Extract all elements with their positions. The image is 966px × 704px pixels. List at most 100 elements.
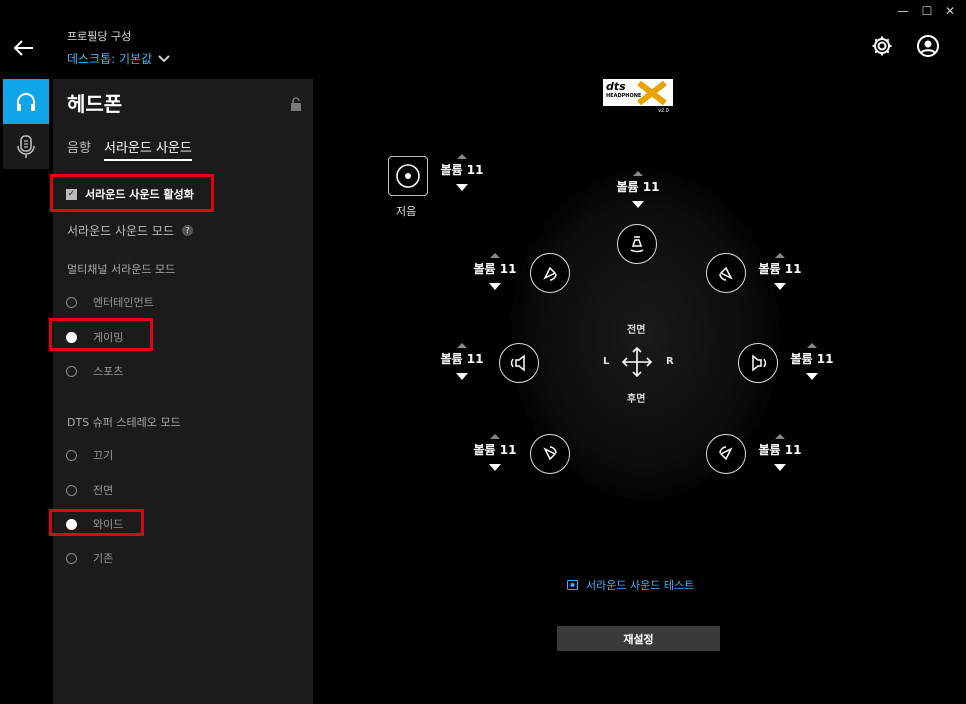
volume-down-arrow[interactable] — [632, 201, 644, 208]
rear-label: 후면 — [627, 394, 646, 405]
volume-label: 볼륨 11 — [616, 180, 660, 194]
radio-wide[interactable]: 와이드 — [66, 516, 123, 532]
radio-label: 끄기 — [93, 449, 114, 462]
volume-up-arrow[interactable] — [775, 434, 785, 439]
side-left-speaker-icon — [510, 354, 525, 372]
front-label: 전면 — [627, 325, 646, 336]
radio-label: 전면 — [93, 484, 114, 497]
radio-off-icon — [66, 365, 77, 377]
side-right-speaker-icon — [752, 354, 767, 372]
volume-control-rear-left[interactable]: 볼륨 11 — [465, 434, 525, 471]
radio-label: 기존 — [93, 552, 114, 565]
surround-test-label: 서라운드 사운드 테스트 — [586, 579, 695, 592]
speaker-side-left[interactable] — [499, 343, 539, 383]
volume-up-arrow[interactable] — [490, 253, 500, 258]
radio-on-icon — [66, 331, 77, 343]
radio-sports[interactable]: 스포츠 — [66, 363, 123, 379]
volume-down-arrow[interactable] — [456, 373, 468, 380]
surround-mode-heading: 서라운드 사운드 모드 ? — [67, 222, 193, 239]
settings-panel — [53, 79, 313, 704]
radio-label: 게이밍 — [93, 331, 124, 344]
radio-entertainment[interactable]: 엔터테인먼트 — [66, 294, 154, 310]
volume-control-side-right[interactable]: 볼륨 11 — [782, 343, 842, 380]
front-left-speaker-icon — [543, 266, 557, 281]
volume-control-left-top[interactable]: 볼륨 11 — [432, 154, 492, 191]
maximize-button[interactable]: ☐ — [920, 4, 934, 18]
reset-button[interactable]: 재설정 — [557, 626, 720, 651]
volume-control-front-right[interactable]: 볼륨 11 — [750, 253, 810, 290]
radio-gaming[interactable]: 게이밍 — [66, 329, 123, 345]
speaker-side-right[interactable] — [738, 343, 778, 383]
speaker-rear-right[interactable] — [706, 434, 746, 474]
dts-logo-version: v2.0 — [658, 108, 669, 114]
center-speaker-icon — [630, 236, 644, 253]
gear-icon[interactable] — [870, 34, 894, 58]
volume-up-arrow[interactable] — [457, 343, 467, 348]
volume-label: 볼륨 11 — [440, 163, 484, 177]
radio-front[interactable]: 전면 — [66, 482, 113, 498]
volume-control-rear-right[interactable]: 볼륨 11 — [750, 434, 810, 471]
volume-down-arrow[interactable] — [774, 464, 786, 471]
tab-surround[interactable]: 서라운드 사운드 — [104, 137, 192, 161]
radio-off-icon — [66, 484, 77, 496]
page-title: 프로필당 구성 — [67, 30, 132, 43]
dts-headphone-x-logo: dts HEADPHONE v2.0 — [603, 79, 673, 115]
bass-toggle-button[interactable] — [388, 156, 428, 196]
chevron-down-icon — [158, 54, 170, 62]
volume-control-center[interactable]: 볼륨 11 — [608, 171, 668, 208]
bass-label: 저음 — [396, 205, 417, 218]
surround-test-link[interactable]: 서라운드 사운드 테스트 — [567, 577, 694, 593]
microphone-tab[interactable] — [3, 124, 49, 169]
help-icon[interactable]: ? — [182, 225, 193, 236]
volume-up-arrow[interactable] — [633, 171, 643, 176]
unlock-icon[interactable] — [290, 96, 302, 115]
back-arrow-icon[interactable] — [12, 36, 36, 64]
right-label: R — [666, 356, 674, 367]
volume-up-arrow[interactable] — [490, 434, 500, 439]
speaker-center[interactable] — [617, 224, 657, 264]
headphone-icon — [17, 92, 35, 111]
test-icon — [567, 580, 578, 590]
radio-off-icon — [66, 552, 77, 564]
volume-down-arrow[interactable] — [774, 283, 786, 290]
minimize-button[interactable]: — — [896, 4, 910, 18]
radio-traditional[interactable]: 기존 — [66, 550, 113, 566]
radio-label: 스포츠 — [93, 365, 124, 378]
volume-up-arrow[interactable] — [807, 343, 817, 348]
volume-control-front-left[interactable]: 볼륨 11 — [465, 253, 525, 290]
account-icon[interactable] — [916, 34, 940, 58]
speaker-front-right[interactable] — [706, 253, 746, 293]
volume-up-arrow[interactable] — [457, 154, 467, 159]
volume-label: 볼륨 11 — [473, 443, 517, 457]
radio-off-icon — [66, 296, 77, 308]
surround-enable-label: 서라운드 사운드 활성화 — [85, 188, 194, 201]
left-label: L — [603, 356, 610, 367]
volume-down-arrow[interactable] — [489, 464, 501, 471]
volume-control-side-left[interactable]: 볼륨 11 — [432, 343, 492, 380]
radio-label: 엔터테인먼트 — [93, 296, 154, 309]
tab-sound[interactable]: 음향 — [67, 137, 91, 156]
radio-off-icon — [66, 449, 77, 461]
speaker-cone-icon — [396, 164, 420, 188]
volume-up-arrow[interactable] — [775, 253, 785, 258]
volume-down-arrow[interactable] — [806, 373, 818, 380]
profile-dropdown[interactable]: 데스크톱: 기본값 — [67, 50, 170, 67]
volume-label: 볼륨 11 — [758, 262, 802, 276]
move-arrows-icon[interactable] — [621, 346, 653, 382]
dts-mode-heading: DTS 슈퍼 스테레오 모드 — [67, 416, 181, 429]
speaker-rear-left[interactable] — [530, 434, 570, 474]
volume-label: 볼륨 11 — [473, 262, 517, 276]
panel-title: 헤드폰 — [67, 92, 123, 116]
radio-on-icon — [66, 518, 77, 530]
volume-label: 볼륨 11 — [440, 352, 484, 366]
volume-down-arrow[interactable] — [489, 283, 501, 290]
surround-enable-checkbox[interactable]: ✓ 서라운드 사운드 활성화 — [66, 186, 194, 202]
x-mark-icon — [637, 80, 667, 109]
headphone-tab[interactable] — [3, 79, 49, 124]
radio-off[interactable]: 끄기 — [66, 447, 113, 463]
volume-down-arrow[interactable] — [456, 184, 468, 191]
close-button[interactable]: ✕ — [943, 4, 957, 18]
speaker-front-left[interactable] — [530, 253, 570, 293]
rear-left-speaker-icon — [543, 446, 557, 461]
volume-label: 볼륨 11 — [790, 352, 834, 366]
